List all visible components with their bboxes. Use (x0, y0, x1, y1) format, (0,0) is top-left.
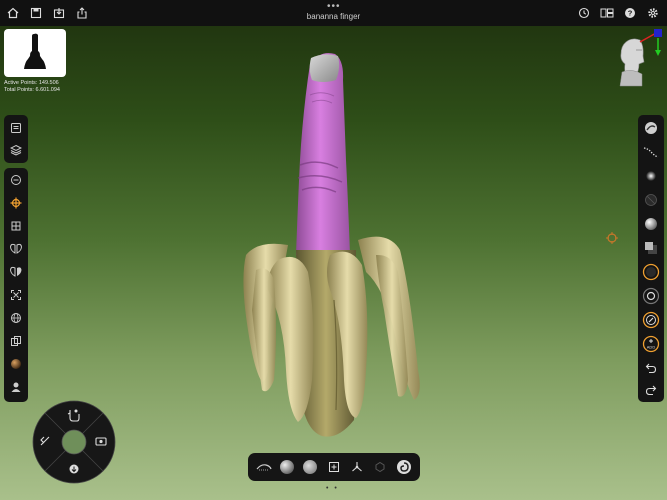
falloff-icon[interactable] (638, 166, 664, 186)
fit-icon[interactable] (4, 285, 28, 305)
scene-icon[interactable] (4, 118, 28, 138)
redo-icon[interactable] (638, 380, 664, 400)
color-icon[interactable] (638, 238, 664, 258)
model-thumbnail[interactable] (4, 29, 66, 77)
mirror-icon[interactable] (4, 262, 28, 282)
download-icon[interactable] (51, 5, 67, 21)
total-points-label: Total Points: 6.601.094 (4, 86, 60, 93)
help-icon[interactable]: ? (622, 5, 638, 21)
point-stats: Active Points: 149.506 Total Points: 6.6… (4, 80, 60, 93)
symmetry-icon[interactable] (4, 239, 28, 259)
bottom-toolbar (248, 453, 420, 481)
left-toolbar-main (4, 168, 28, 402)
sub-icon[interactable] (638, 310, 664, 330)
alpha-icon[interactable] (638, 190, 664, 210)
tool-icon[interactable] (638, 118, 664, 138)
crosshair-target-icon (606, 231, 618, 244)
lock-icon[interactable] (370, 457, 390, 477)
history-icon[interactable] (576, 5, 592, 21)
material-icon[interactable] (638, 214, 664, 234)
stroke-icon[interactable] (638, 142, 664, 162)
box-select-icon[interactable] (324, 457, 344, 477)
view-icon[interactable] (4, 170, 28, 190)
dyno-icon[interactable] (394, 457, 414, 477)
gallery-icon[interactable] (599, 5, 615, 21)
home-icon[interactable] (5, 5, 21, 21)
orientation-gizmo[interactable] (612, 28, 664, 88)
more-dots-icon[interactable]: ••• (327, 1, 341, 12)
intensity-icon[interactable] (638, 286, 664, 306)
camera-icon[interactable] (4, 377, 28, 397)
sculpt-model[interactable] (238, 50, 433, 440)
brush-icon[interactable] (254, 457, 274, 477)
undo-icon[interactable] (638, 358, 664, 378)
transform-icon[interactable] (347, 457, 367, 477)
svg-text:?: ? (628, 9, 633, 18)
matcap-icon[interactable] (4, 354, 28, 374)
right-toolbar: ADD (638, 115, 664, 402)
wireframe-icon[interactable] (4, 308, 28, 328)
navigation-pad[interactable] (32, 400, 116, 484)
copy-icon[interactable] (4, 331, 28, 351)
settings-icon[interactable] (645, 5, 661, 21)
add-icon[interactable]: ADD (638, 334, 664, 354)
active-points-label: Active Points: 149.506 (4, 80, 59, 86)
share-icon[interactable] (74, 5, 90, 21)
sphere-smooth-icon[interactable] (300, 457, 320, 477)
layers-icon[interactable] (4, 140, 28, 160)
save-icon[interactable] (28, 5, 44, 21)
document-title: bananna finger (306, 12, 361, 21)
radius-icon[interactable] (638, 262, 664, 282)
top-bar: ••• bananna finger ? (0, 0, 667, 26)
page-indicator: • • (326, 485, 339, 492)
add-label: ADD (647, 345, 656, 350)
gizmo-icon[interactable] (4, 193, 28, 213)
left-toolbar-top (4, 115, 28, 163)
sphere-icon[interactable] (277, 457, 297, 477)
grid-icon[interactable] (4, 216, 28, 236)
